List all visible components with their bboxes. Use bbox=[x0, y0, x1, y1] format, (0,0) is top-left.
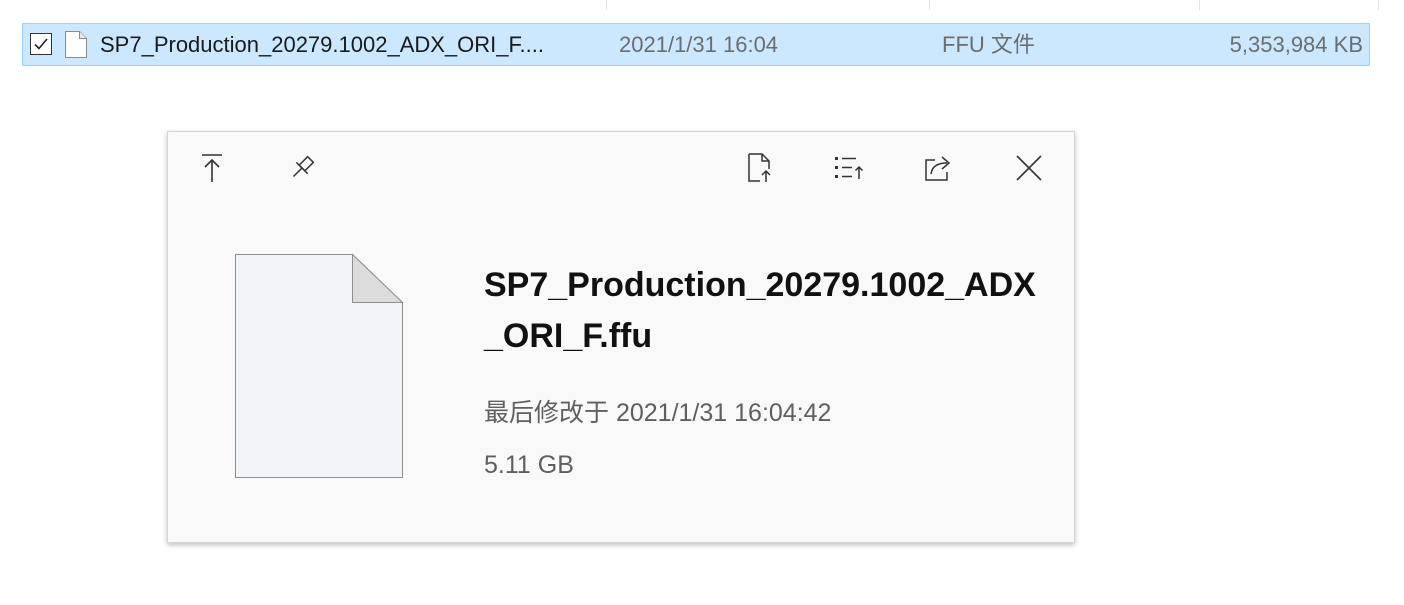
pin-icon bbox=[292, 155, 315, 178]
details-button[interactable] bbox=[829, 148, 869, 188]
open-file-button[interactable] bbox=[740, 148, 780, 188]
preview-modified: 最后修改于 2021/1/31 16:04:42 bbox=[484, 398, 831, 428]
column-divider bbox=[1199, 0, 1200, 10]
modified-label: 最后修改于 bbox=[484, 399, 610, 427]
file-icon bbox=[65, 31, 87, 63]
file-name: SP7_Production_20279.1002_ADX_ORI_F.... bbox=[100, 32, 544, 57]
column-divider bbox=[929, 0, 930, 10]
pin-button[interactable] bbox=[282, 148, 322, 188]
open-file-location-icon bbox=[202, 154, 222, 182]
file-type: FFU 文件 bbox=[942, 32, 1035, 57]
modified-value: 2021/1/31 16:04:42 bbox=[615, 399, 832, 427]
details-icon bbox=[835, 157, 864, 179]
open-file-location-button[interactable] bbox=[192, 148, 232, 188]
column-divider bbox=[606, 0, 607, 10]
file-preview-card: SP7_Production_20279.1002_ADX_ORI_F.ffu … bbox=[167, 131, 1075, 543]
close-icon bbox=[1016, 155, 1042, 181]
file-date-modified: 2021/1/31 16:04 bbox=[619, 32, 779, 57]
preview-file-size: 5.11 GB bbox=[484, 451, 574, 479]
open-file-icon bbox=[748, 153, 771, 182]
file-size: 5,353,984 KB bbox=[1229, 32, 1363, 57]
row-checkbox[interactable] bbox=[30, 33, 52, 55]
column-divider bbox=[1378, 0, 1379, 10]
file-thumbnail-icon bbox=[234, 253, 404, 484]
share-icon bbox=[925, 156, 951, 181]
file-list-row[interactable]: SP7_Production_20279.1002_ADX_ORI_F.... … bbox=[22, 23, 1370, 66]
close-button[interactable] bbox=[1009, 148, 1049, 188]
checkmark-icon bbox=[34, 38, 48, 50]
preview-file-name: SP7_Production_20279.1002_ADX_ORI_F.ffu bbox=[484, 266, 1036, 355]
share-button[interactable] bbox=[918, 148, 958, 188]
